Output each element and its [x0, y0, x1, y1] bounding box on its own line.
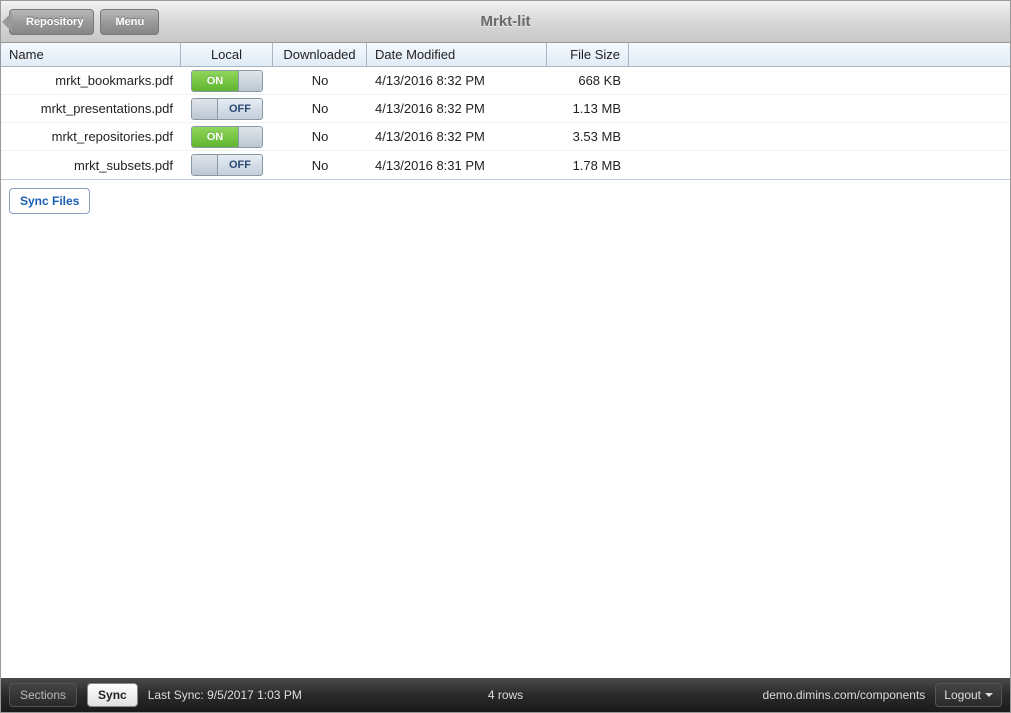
cell-name: mrkt_repositories.pdf	[1, 127, 181, 146]
repository-back-button[interactable]: Repository	[9, 9, 94, 35]
content-spacer	[1, 222, 1010, 678]
cell-file-size: 668 KB	[547, 71, 629, 90]
cell-date-modified: 4/13/2016 8:32 PM	[367, 127, 547, 146]
cell-file-size: 1.13 MB	[547, 99, 629, 118]
toggle-knob	[238, 127, 262, 147]
cell-local: ON	[181, 68, 273, 94]
toggle-knob	[192, 155, 218, 175]
header-toolbar: Repository Menu Mrkt-lit	[1, 1, 1010, 43]
footer-bar: Sections Sync Last Sync: 9/5/2017 1:03 P…	[1, 678, 1010, 712]
local-toggle[interactable]: OFF	[191, 98, 263, 120]
header-buttons: Repository Menu	[9, 9, 159, 35]
file-table: Name Local Downloaded Date Modified File…	[1, 43, 1010, 180]
column-header-file-size[interactable]: File Size	[547, 43, 629, 66]
cell-date-modified: 4/13/2016 8:31 PM	[367, 156, 547, 175]
table-header: Name Local Downloaded Date Modified File…	[1, 43, 1010, 67]
cell-name: mrkt_subsets.pdf	[1, 156, 181, 175]
sections-button[interactable]: Sections	[9, 683, 77, 707]
local-toggle[interactable]: ON	[191, 126, 263, 148]
domain-text: demo.dimins.com/components	[763, 688, 926, 702]
cell-file-size: 3.53 MB	[547, 127, 629, 146]
logout-label: Logout	[944, 688, 981, 702]
table-body: mrkt_bookmarks.pdfONNo4/13/2016 8:32 PM6…	[1, 67, 1010, 180]
row-count-text: 4 rows	[488, 688, 523, 702]
table-row[interactable]: mrkt_presentations.pdf OFF No4/13/2016 8:3…	[1, 95, 1010, 123]
cell-name: mrkt_presentations.pdf	[1, 99, 181, 118]
toggle-label-off: OFF	[218, 99, 262, 119]
cell-name: mrkt_bookmarks.pdf	[1, 71, 181, 90]
local-toggle[interactable]: OFF	[191, 154, 263, 176]
column-header-local[interactable]: Local	[181, 43, 273, 66]
sync-tab-button[interactable]: Sync	[87, 683, 138, 707]
cell-file-size: 1.78 MB	[547, 156, 629, 175]
cell-downloaded: No	[273, 156, 367, 175]
last-sync-text: Last Sync: 9/5/2017 1:03 PM	[148, 688, 302, 702]
cell-downloaded: No	[273, 71, 367, 90]
table-row[interactable]: mrkt_bookmarks.pdf ON No4/13/2016 8:32 PM6…	[1, 67, 1010, 95]
toggle-label-on: ON	[192, 127, 238, 147]
menu-button[interactable]: Menu	[100, 9, 159, 35]
cell-downloaded: No	[273, 99, 367, 118]
table-row[interactable]: mrkt_subsets.pdf OFF No4/13/2016 8:31 PM1.…	[1, 151, 1010, 179]
toggle-knob	[192, 99, 218, 119]
column-header-spacer	[629, 43, 1010, 66]
logout-button[interactable]: Logout	[935, 683, 1002, 707]
cell-downloaded: No	[273, 127, 367, 146]
cell-local: OFF	[181, 152, 273, 178]
app-window: Repository Menu Mrkt-lit Name Local Down…	[0, 0, 1011, 713]
cell-date-modified: 4/13/2016 8:32 PM	[367, 99, 547, 118]
table-row[interactable]: mrkt_repositories.pdf ON No4/13/2016 8:32 …	[1, 123, 1010, 151]
cell-date-modified: 4/13/2016 8:32 PM	[367, 71, 547, 90]
sync-files-button[interactable]: Sync Files	[9, 188, 90, 214]
toggle-knob	[238, 71, 262, 91]
local-toggle[interactable]: ON	[191, 70, 263, 92]
toggle-label-on: ON	[192, 71, 238, 91]
cell-local: ON	[181, 124, 273, 150]
column-header-downloaded[interactable]: Downloaded	[273, 43, 367, 66]
actions-bar: Sync Files	[1, 180, 1010, 222]
column-header-date-modified[interactable]: Date Modified	[367, 43, 547, 66]
page-title: Mrkt-lit	[481, 13, 531, 30]
column-header-name[interactable]: Name	[1, 43, 181, 66]
caret-down-icon	[985, 693, 993, 697]
cell-local: OFF	[181, 96, 273, 122]
toggle-label-off: OFF	[218, 155, 262, 175]
footer-right: demo.dimins.com/components Logout	[763, 683, 1002, 707]
